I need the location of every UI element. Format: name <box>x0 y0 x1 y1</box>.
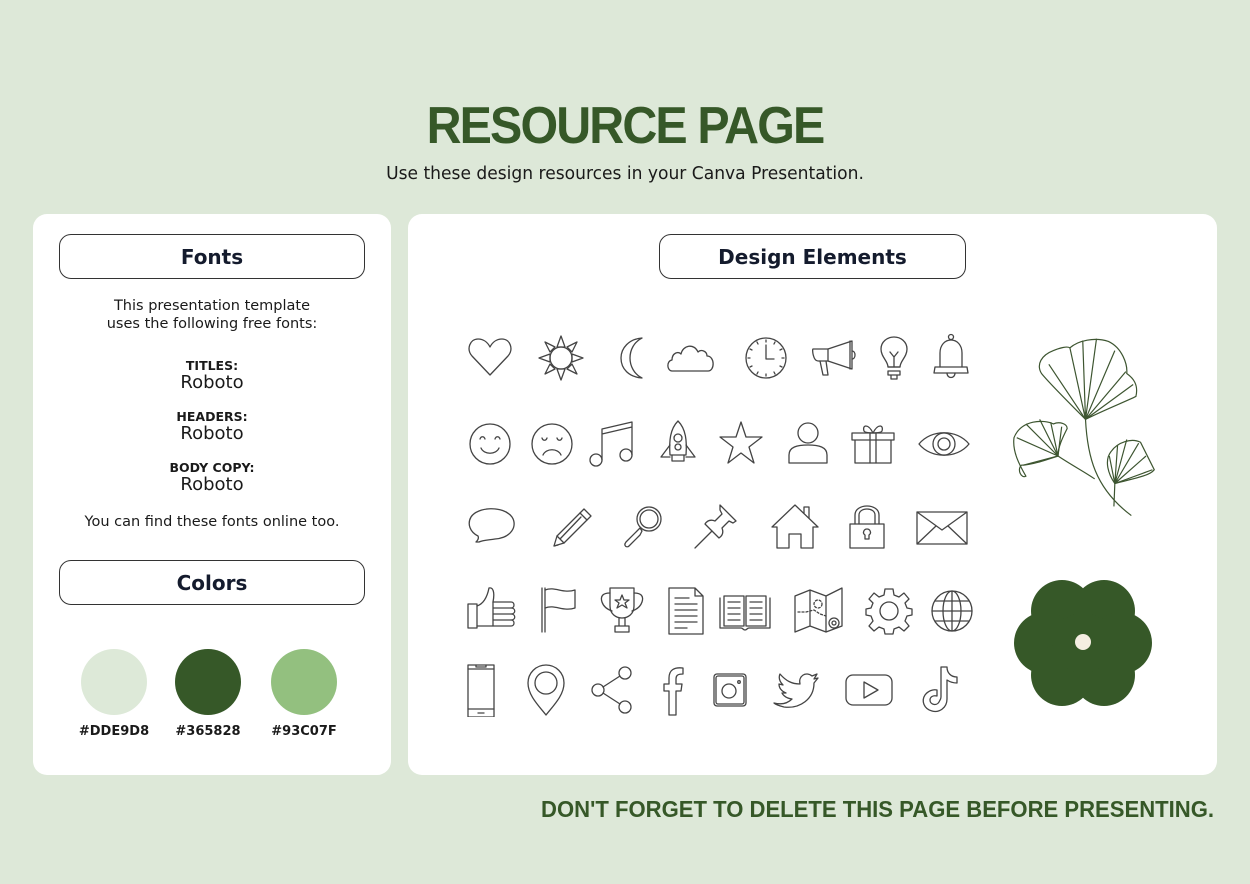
moon-icon <box>604 331 658 385</box>
music-note-icon <box>586 417 640 471</box>
font-entry-name: Roboto <box>180 372 244 393</box>
page-subtitle: Use these design resources in your Canva… <box>386 163 864 184</box>
pencil-icon <box>546 500 600 554</box>
magnifier-icon <box>616 500 670 554</box>
facebook-icon <box>646 663 700 717</box>
fonts-intro-line: uses the following free fonts: <box>106 316 318 332</box>
cloud-icon <box>664 331 718 385</box>
font-entry-name: Roboto <box>180 423 244 444</box>
envelope-icon <box>915 500 969 554</box>
design-elements-heading: Design Elements <box>659 234 966 279</box>
font-entry-label: TITLES: <box>185 358 239 373</box>
sun-icon <box>534 331 588 385</box>
font-entry-body: BODY COPY: Roboto <box>33 460 391 495</box>
fonts-colors-card: Fonts This presentation template uses th… <box>33 214 391 775</box>
font-entry-titles: TITLES: Roboto <box>33 358 391 393</box>
color-swatch <box>175 649 241 715</box>
speech-bubble-icon <box>465 500 519 554</box>
document-icon <box>659 584 713 638</box>
color-hex-label: #365828 <box>175 724 241 739</box>
gear-icon <box>862 584 916 638</box>
fonts-heading: Fonts <box>59 234 365 279</box>
thumbs-up-icon <box>465 584 519 638</box>
smartphone-icon <box>454 663 508 718</box>
star-icon <box>714 417 768 471</box>
font-entry-label: BODY COPY: <box>169 460 255 475</box>
font-entry-label: HEADERS: <box>176 409 248 424</box>
clock-icon <box>739 331 793 385</box>
color-hex-label: #DDE9D8 <box>78 724 150 739</box>
map-icon <box>792 584 846 638</box>
fonts-intro: This presentation template uses the foll… <box>33 297 391 333</box>
location-pin-icon <box>519 663 573 717</box>
design-elements-card: Design Elements <box>408 214 1217 775</box>
share-icon <box>587 663 641 717</box>
sad-face-icon <box>525 417 579 471</box>
globe-icon <box>925 584 979 638</box>
instagram-icon <box>704 663 758 717</box>
youtube-icon <box>842 663 896 717</box>
fonts-intro-line: This presentation template <box>113 298 311 314</box>
smiley-icon <box>463 417 517 471</box>
flag-icon <box>535 584 589 638</box>
pushpin-icon <box>689 500 743 554</box>
flower-shape <box>1014 580 1152 706</box>
user-icon <box>781 417 835 471</box>
lightbulb-icon <box>867 331 921 385</box>
fonts-note: You can find these fonts online too. <box>84 514 340 530</box>
tiktok-icon <box>913 663 967 717</box>
bell-icon <box>924 331 978 385</box>
page-title: RESOURCE PAGE <box>426 97 826 155</box>
heart-icon <box>463 331 517 385</box>
padlock-icon <box>840 500 894 554</box>
delete-reminder: DON'T FORGET TO DELETE THIS PAGE BEFORE … <box>540 796 1214 822</box>
rocket-icon <box>651 417 705 471</box>
color-swatch <box>81 649 147 715</box>
font-entry-headers: HEADERS: Roboto <box>33 409 391 444</box>
colors-heading: Colors <box>59 560 365 605</box>
house-icon <box>768 500 822 554</box>
flower-center <box>1075 634 1091 650</box>
font-entry-name: Roboto <box>180 474 244 495</box>
color-hex-label: #93C07F <box>271 724 337 739</box>
open-book-icon <box>718 584 772 638</box>
megaphone-icon <box>808 331 862 385</box>
eye-icon <box>917 417 971 471</box>
ginkgo-leaves-illustration <box>1003 326 1168 531</box>
color-swatch <box>271 649 337 715</box>
trophy-icon <box>595 584 649 638</box>
gift-icon <box>846 417 900 471</box>
twitter-icon <box>770 663 824 717</box>
